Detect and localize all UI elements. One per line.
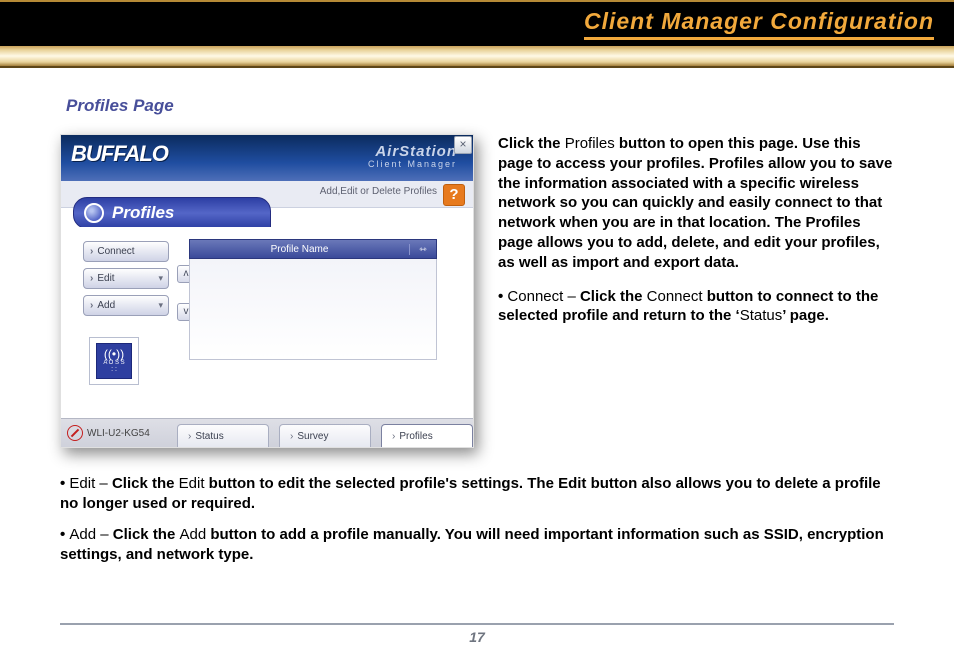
app-screenshot: BUFFALO AirStation Client Manager × Add,…: [60, 134, 474, 448]
app-body: Connect Edit Add ʌ v Profile Name ⇿: [61, 227, 473, 419]
signal-column-icon: ⇿: [409, 244, 436, 255]
connect-bold3: ’ page.: [782, 307, 829, 324]
desc-p1b: Profiles: [565, 135, 615, 152]
tab-survey[interactable]: Survey: [279, 424, 371, 447]
device-label: WLI-U2-KG54: [67, 419, 150, 447]
tab-status[interactable]: Status: [177, 424, 269, 447]
profiles-pill-label: Profiles: [112, 203, 174, 223]
aoss-dots-icon: : :: [97, 366, 131, 373]
header-bar: Client Manager Configuration: [0, 0, 954, 46]
connect-button[interactable]: Connect: [83, 241, 169, 262]
add-thin: Add –: [69, 526, 112, 543]
edit-thin2: Edit: [179, 475, 205, 492]
close-icon[interactable]: ×: [454, 136, 472, 154]
profiles-header-pill: Profiles: [73, 197, 271, 229]
brand-sub: AirStation Client Manager: [368, 143, 457, 169]
profiles-list-body[interactable]: [189, 259, 437, 360]
edit-button[interactable]: Edit: [83, 268, 169, 289]
edit-thin: Edit –: [69, 475, 112, 492]
side-buttons: Connect Edit Add: [83, 241, 169, 316]
no-connection-icon: [67, 425, 83, 441]
description-right: Click the Profiles button to open this p…: [498, 134, 894, 448]
connect-thin: Connect –: [507, 288, 580, 305]
desc-p1a: Click the: [498, 135, 565, 152]
profiles-list: Profile Name ⇿: [189, 239, 437, 359]
connect-bold1: Click the: [580, 288, 647, 305]
add-button[interactable]: Add: [83, 295, 169, 316]
subbar-label: Add,Edit or Delete Profiles: [320, 186, 437, 197]
description-lower: • Edit – Click the Edit button to edit t…: [60, 474, 894, 564]
profiles-list-header: Profile Name ⇿: [189, 239, 437, 259]
profiles-list-header-label: Profile Name: [190, 244, 409, 255]
header-title: Client Manager Configuration: [584, 8, 934, 40]
tab-profiles[interactable]: Profiles: [381, 424, 473, 447]
desc-p1c: button to open this page. Use this page …: [498, 135, 892, 271]
connect-thin3: Status: [740, 307, 783, 324]
connect-thin2: Connect: [647, 288, 703, 305]
add-lead: •: [60, 526, 69, 543]
brand-sub-line2: Client Manager: [368, 159, 457, 169]
connect-lead: •: [498, 288, 507, 305]
brand-sub-line1: AirStation: [368, 143, 457, 160]
aoss-icon: ((•)) A O S S : :: [96, 343, 132, 379]
app-titlebar: BUFFALO AirStation Client Manager ×: [61, 135, 473, 181]
profiles-pill-icon: [84, 203, 104, 223]
edit-bold1: Click the: [112, 475, 179, 492]
add-thin2: Add: [179, 526, 206, 543]
brand-logo: BUFFALO: [71, 141, 168, 167]
footer-rule: [60, 623, 894, 625]
page-number: 17: [469, 629, 485, 645]
device-name: WLI-U2-KG54: [87, 428, 150, 439]
header-band: [0, 46, 954, 68]
edit-lead: •: [60, 475, 69, 492]
footer: 17: [60, 623, 894, 647]
aoss-button[interactable]: ((•)) A O S S : :: [89, 337, 139, 385]
aoss-wave-icon: ((•)): [97, 348, 131, 360]
help-icon[interactable]: ?: [443, 184, 465, 206]
bottom-tab-row: WLI-U2-KG54 Status Survey Profiles: [61, 418, 473, 447]
add-bold1: Click the: [113, 526, 180, 543]
section-subtitle: Profiles Page: [66, 96, 894, 116]
page-body: Profiles Page BUFFALO AirStation Client …: [0, 68, 954, 564]
